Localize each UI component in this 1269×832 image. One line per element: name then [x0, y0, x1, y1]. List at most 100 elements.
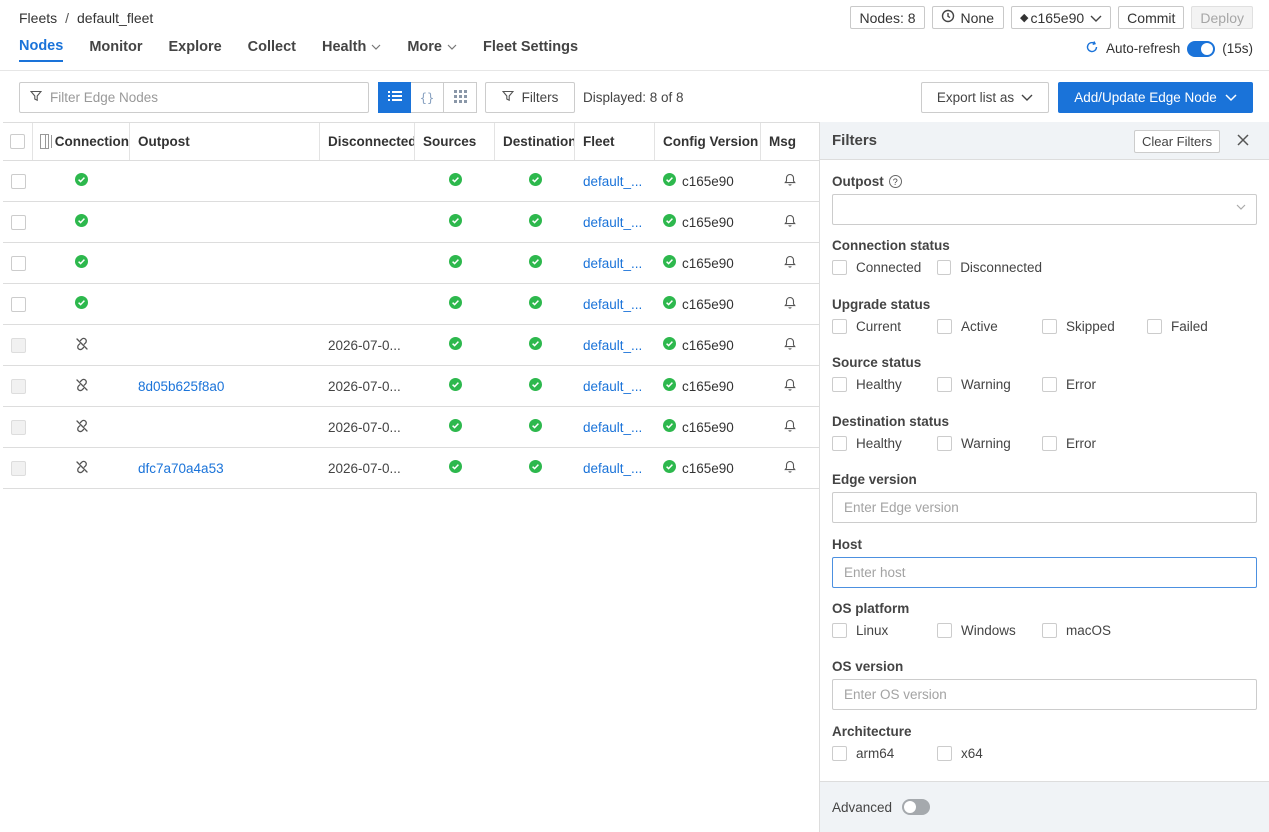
header-destinations[interactable]: Destinations — [495, 123, 575, 160]
bell-icon[interactable] — [784, 255, 796, 271]
fleet-link[interactable]: default_... — [583, 338, 642, 353]
json-view-button[interactable]: {} — [411, 82, 444, 113]
add-update-edge-node-button[interactable]: Add/Update Edge Node — [1058, 82, 1253, 113]
header-connection[interactable]: Connection — [33, 123, 130, 160]
row-checkbox[interactable] — [10, 255, 26, 271]
table-row[interactable]: default_... c165e90 — [3, 202, 819, 243]
row-checkbox[interactable] — [10, 378, 26, 394]
table-row[interactable]: 8d05b625f8a0 2026-07-0... default_... c165e… — [3, 366, 819, 407]
row-checkbox[interactable] — [10, 296, 26, 312]
tab-explore[interactable]: Explore — [168, 38, 221, 62]
checkbox[interactable] — [832, 377, 847, 392]
fleet-link[interactable]: default_... — [583, 256, 642, 271]
checkbox[interactable] — [832, 436, 847, 451]
deploy-button[interactable]: Deploy — [1191, 6, 1253, 29]
dest-warning-option[interactable]: Warning — [937, 436, 1042, 451]
row-checkbox[interactable] — [10, 214, 26, 230]
tab-fleet-settings[interactable]: Fleet Settings — [483, 38, 578, 62]
table-row[interactable]: default_... c165e90 — [3, 243, 819, 284]
bell-icon[interactable] — [784, 460, 796, 476]
source-healthy-option[interactable]: Healthy — [832, 377, 937, 392]
fleet-link[interactable]: default_... — [583, 174, 642, 189]
outpost-link[interactable]: dfc7a70a4a53 — [138, 461, 224, 476]
header-msg[interactable]: Msg — [761, 123, 819, 160]
row-checkbox[interactable] — [10, 337, 26, 353]
upgrade-failed-option[interactable]: Failed — [1147, 319, 1252, 334]
clear-filters-button[interactable]: Clear Filters — [1134, 130, 1221, 153]
upgrade-current-option[interactable]: Current — [832, 319, 937, 334]
table-row[interactable]: dfc7a70a4a53 2026-07-0... default_... c165e… — [3, 448, 819, 489]
host-input[interactable]: Enter host — [832, 557, 1257, 588]
checkbox[interactable] — [937, 746, 952, 761]
arch-arm64-option[interactable]: arm64 — [832, 746, 937, 761]
fleet-link[interactable]: default_... — [583, 420, 642, 435]
upgrade-skipped-option[interactable]: Skipped — [1042, 319, 1147, 334]
checkbox[interactable] — [1042, 377, 1057, 392]
source-warning-option[interactable]: Warning — [937, 377, 1042, 392]
header-sources[interactable]: Sources — [415, 123, 495, 160]
connected-option[interactable]: Connected — [832, 260, 937, 275]
dest-error-option[interactable]: Error — [1042, 436, 1147, 451]
checkbox[interactable] — [937, 319, 952, 334]
os-linux-option[interactable]: Linux — [832, 623, 937, 638]
checkbox[interactable] — [832, 319, 847, 334]
auto-refresh-toggle[interactable] — [1187, 40, 1216, 57]
fleet-link[interactable]: default_... — [583, 297, 642, 312]
dest-healthy-option[interactable]: Healthy — [832, 436, 937, 451]
header-config-version[interactable]: Config Version — [655, 123, 761, 160]
tab-monitor[interactable]: Monitor — [89, 38, 142, 62]
grid-view-button[interactable] — [444, 82, 477, 113]
commit-button[interactable]: Commit — [1118, 6, 1185, 29]
row-checkbox[interactable] — [10, 173, 26, 189]
tab-collect[interactable]: Collect — [248, 38, 296, 62]
arch-x64-option[interactable]: x64 — [937, 746, 1042, 761]
os-windows-option[interactable]: Windows — [937, 623, 1042, 638]
close-icon[interactable] — [1237, 130, 1249, 151]
header-fleet[interactable]: Fleet — [575, 123, 655, 160]
export-list-button[interactable]: Export list as — [921, 82, 1049, 113]
fleet-link[interactable]: default_... — [583, 215, 642, 230]
table-row[interactable]: default_... c165e90 — [3, 161, 819, 202]
bell-icon[interactable] — [784, 214, 796, 230]
breadcrumb-fleets[interactable]: Fleets — [19, 10, 57, 26]
os-macos-option[interactable]: macOS — [1042, 623, 1147, 638]
disconnected-option[interactable]: Disconnected — [937, 260, 1042, 275]
fleet-link[interactable]: default_... — [583, 461, 642, 476]
checkbox[interactable] — [937, 377, 952, 392]
select-all-checkbox[interactable] — [10, 134, 25, 149]
checkbox[interactable] — [937, 623, 952, 638]
checkbox[interactable] — [1147, 319, 1162, 334]
filters-button[interactable]: Filters — [485, 82, 575, 113]
checkbox[interactable] — [1042, 436, 1057, 451]
bell-icon[interactable] — [784, 296, 796, 312]
table-row[interactable]: default_... c165e90 — [3, 284, 819, 325]
checkbox[interactable] — [1042, 623, 1057, 638]
bell-icon[interactable] — [784, 337, 796, 353]
checkbox[interactable] — [937, 436, 952, 451]
checkbox[interactable] — [832, 623, 847, 638]
bell-icon[interactable] — [784, 378, 796, 394]
checkbox[interactable] — [937, 260, 952, 275]
help-icon[interactable]: ? — [888, 175, 902, 188]
columns-icon[interactable] — [40, 134, 52, 149]
table-row[interactable]: 2026-07-0... default_... c165e90 — [3, 407, 819, 448]
row-checkbox[interactable] — [10, 419, 26, 435]
os-version-input[interactable]: Enter OS version — [832, 679, 1257, 710]
filter-edge-nodes-input[interactable]: Filter Edge Nodes — [19, 82, 369, 113]
checkbox[interactable] — [1042, 319, 1057, 334]
outpost-link[interactable]: 8d05b625f8a0 — [138, 379, 224, 394]
table-row[interactable]: 2026-07-0... default_... c165e90 — [3, 325, 819, 366]
fleet-link[interactable]: default_... — [583, 379, 642, 394]
tab-nodes[interactable]: Nodes — [19, 38, 64, 62]
header-outpost[interactable]: Outpost — [130, 123, 320, 160]
history-button[interactable]: None — [931, 6, 1004, 29]
list-view-button[interactable] — [378, 82, 411, 113]
source-error-option[interactable]: Error — [1042, 377, 1147, 392]
checkbox[interactable] — [832, 260, 847, 275]
edge-version-input[interactable]: Enter Edge version — [832, 492, 1257, 523]
commit-select[interactable]: ◆ c165e90 — [1010, 6, 1112, 29]
outpost-select[interactable] — [832, 194, 1257, 225]
bell-icon[interactable] — [784, 173, 796, 189]
nodes-count-button[interactable]: Nodes: 8 — [850, 6, 925, 29]
row-checkbox[interactable] — [10, 460, 26, 476]
